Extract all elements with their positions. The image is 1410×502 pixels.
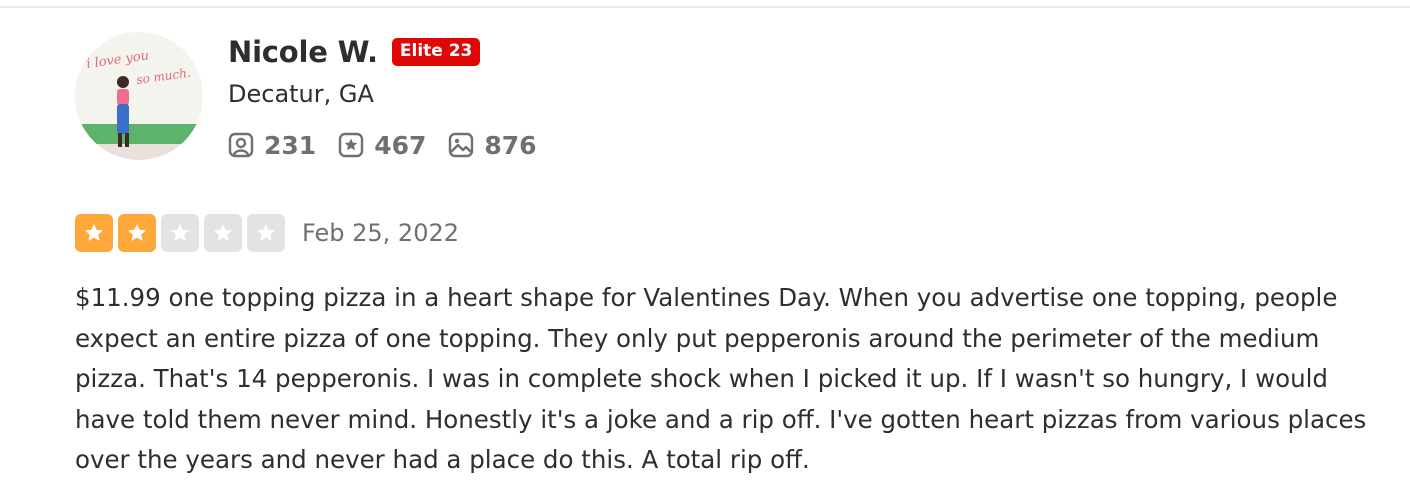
friends-icon — [228, 132, 254, 158]
review-text: $11.99 one topping pizza in a heart shap… — [75, 283, 1367, 474]
star-rating — [75, 214, 290, 252]
star-icon — [75, 214, 113, 252]
reviews-count: 467 — [338, 131, 426, 160]
photo-icon — [448, 132, 474, 158]
reviews-count-value: 467 — [374, 130, 427, 160]
user-stats: 231 467 876 — [228, 128, 559, 162]
review-star-icon — [338, 132, 364, 158]
star-icon — [247, 214, 285, 252]
elite-badge[interactable]: Elite 23 — [391, 38, 481, 66]
friends-count: 231 — [228, 131, 316, 160]
star-icon — [204, 214, 242, 252]
user-name[interactable]: Nicole W. — [228, 35, 378, 69]
photos-count-value: 876 — [484, 130, 537, 160]
divider — [0, 6, 1410, 8]
friends-count-value: 231 — [264, 130, 317, 160]
star-icon — [161, 214, 199, 252]
review-card: i love you so much. Nicole W. Elite 23 D… — [0, 0, 1410, 502]
user-name-row: Nicole W. Elite 23 — [228, 32, 481, 72]
rating-row: Feb 25, 2022 — [75, 212, 459, 254]
avatar[interactable]: i love you so much. — [75, 32, 203, 160]
star-icon — [118, 214, 156, 252]
photos-count: 876 — [448, 130, 537, 160]
user-location: Decatur, GA — [228, 80, 374, 108]
review-date: Feb 25, 2022 — [302, 219, 459, 247]
